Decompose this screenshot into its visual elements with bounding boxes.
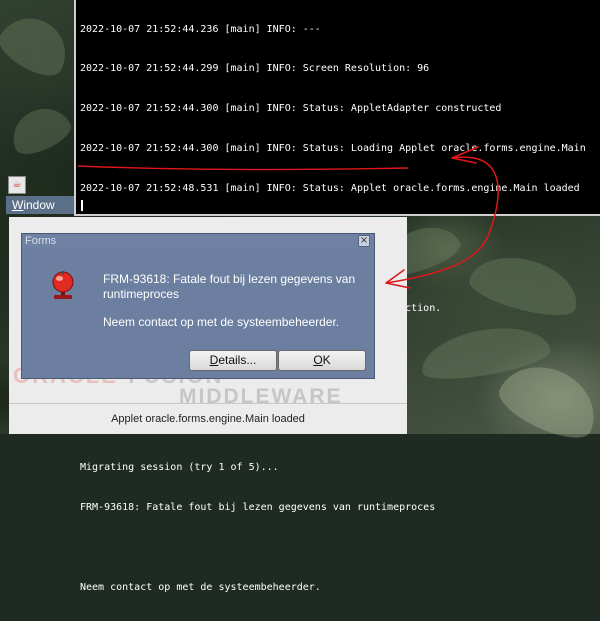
error-message: FRM-93618: Fatale fout bij lezen gegeven… xyxy=(103,272,356,301)
taskbar-window-entry[interactable]: ☕ Window xyxy=(6,176,74,214)
alarm-bell-icon xyxy=(52,271,74,299)
java-console-window[interactable]: 2022-10-07 21:52:44.236 [main] INFO: ---… xyxy=(74,0,600,593)
mnemonic-letter: W xyxy=(12,198,24,212)
applet-status-bar: Applet oracle.forms.engine.Main loaded xyxy=(9,403,407,434)
dialog-titlebar[interactable]: Forms × xyxy=(22,234,374,249)
ok-button[interactable]: OK xyxy=(278,350,366,371)
java-icon: ☕ xyxy=(8,176,26,194)
taskbar-window-label[interactable]: Window xyxy=(6,196,74,214)
text-cursor xyxy=(81,200,83,211)
close-icon[interactable]: × xyxy=(358,235,370,247)
label-text: indow xyxy=(23,198,55,212)
console-line: Neem contact op met de systeembeheerder. xyxy=(80,582,321,594)
console-line: 2022-10-07 21:52:44.299 [main] INFO: Scr… xyxy=(80,63,430,75)
console-error-line: FRM-93618: Fatale fout bij lezen gegeven… xyxy=(80,502,436,514)
button-text: K xyxy=(322,353,331,367)
details-button[interactable]: Details... xyxy=(189,350,277,371)
console-line: 2022-10-07 21:52:44.300 [main] INFO: Sta… xyxy=(80,143,586,155)
mnemonic-letter: O xyxy=(313,353,323,367)
forms-error-dialog[interactable]: Forms × FRM-93618: Fatale fout bij lezen… xyxy=(21,233,375,379)
console-line: 2022-10-07 21:52:48.531 [main] INFO: Sta… xyxy=(80,183,580,195)
dialog-title: Forms xyxy=(25,235,57,247)
button-text: etails... xyxy=(218,353,257,367)
console-line: 2022-10-07 21:52:44.236 [main] INFO: --- xyxy=(80,23,321,35)
error-hint: Neem contact op met de systeembeheerder. xyxy=(103,315,340,329)
console-line: Migrating session (try 1 of 5)... xyxy=(80,462,279,474)
console-line: 2022-10-07 21:52:44.300 [main] INFO: Sta… xyxy=(80,103,502,115)
